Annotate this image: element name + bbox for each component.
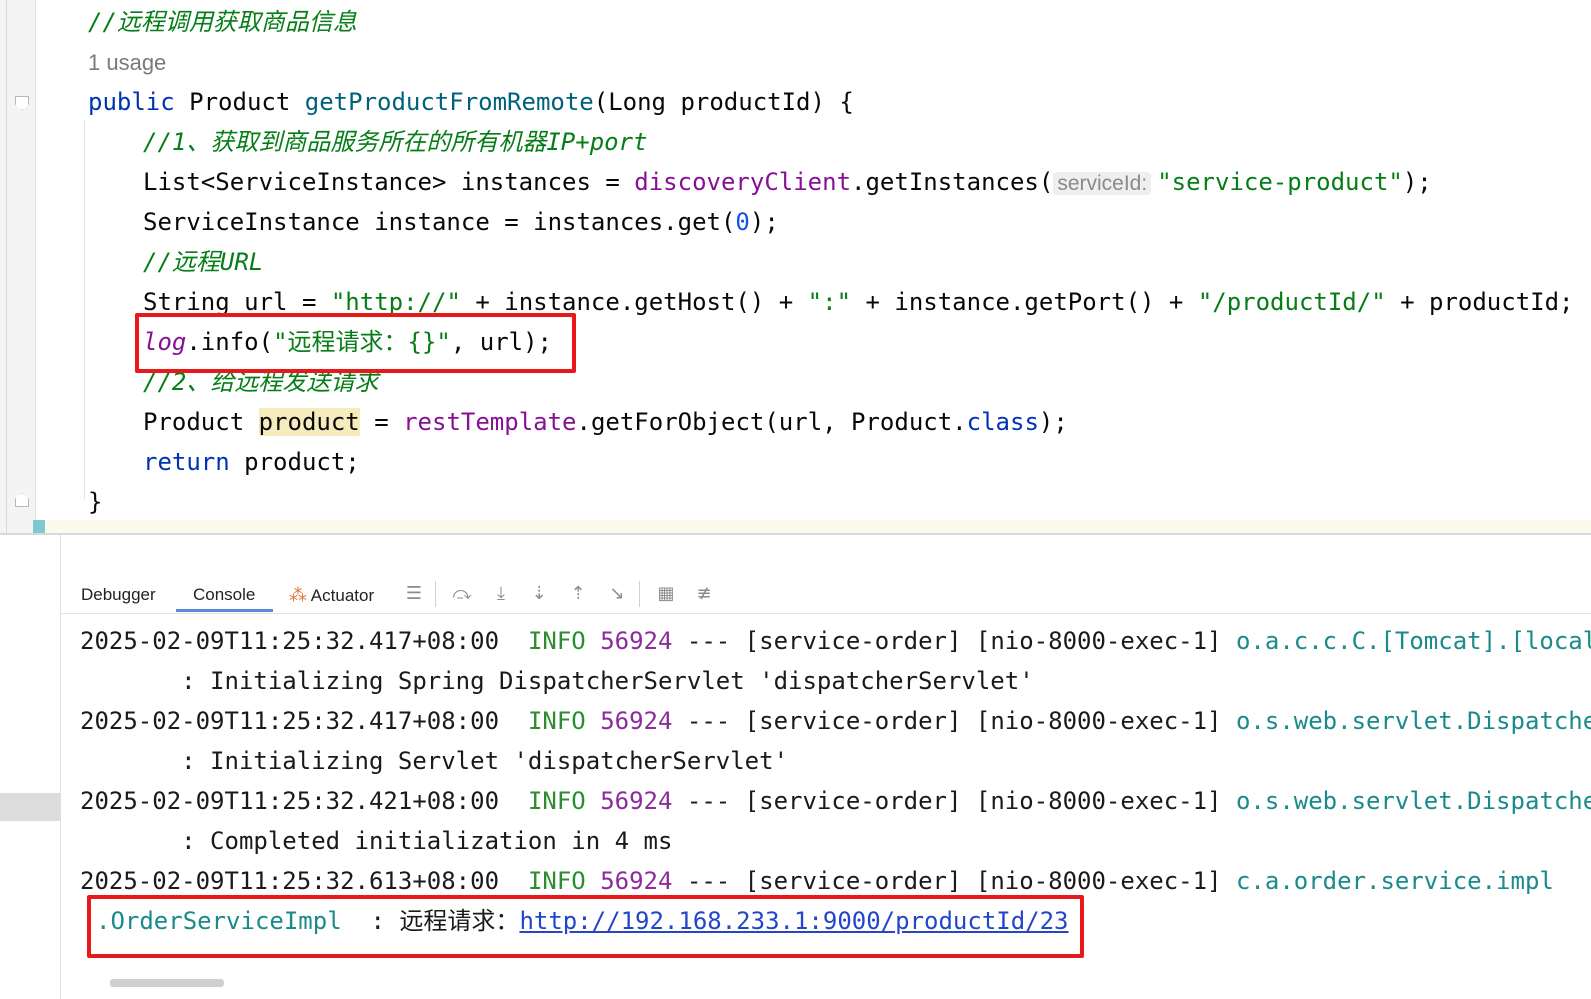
log-line: 2025-02-09T11:25:32.417+08:00 INFO 56924… bbox=[80, 627, 1591, 655]
toolbar-divider bbox=[639, 581, 640, 607]
tool-window-sidebar bbox=[0, 535, 61, 999]
evaluate-expression-icon[interactable]: ▦ bbox=[655, 583, 677, 605]
actuator-icon: ⁂ bbox=[289, 585, 307, 606]
tab-debugger[interactable]: Debugger bbox=[81, 585, 156, 605]
code-line: List<ServiceInstance> instances = discov… bbox=[143, 168, 1432, 196]
run-to-cursor-icon[interactable]: ↘ bbox=[606, 583, 628, 605]
code-comment: //远程调用获取商品信息 bbox=[88, 8, 357, 36]
indent-guide bbox=[84, 120, 85, 500]
tab-actuator-label: Actuator bbox=[310, 586, 375, 605]
debug-tool-window: Debugger Console ⁂ Actuator ☰ ⤼ ⤓ ⇣ ⇡ ↘ … bbox=[0, 535, 1591, 999]
trace-icon[interactable]: ≢ bbox=[693, 583, 715, 605]
step-out-icon[interactable]: ⇡ bbox=[567, 583, 589, 605]
log-message: : Completed initialization in 4 ms bbox=[80, 827, 673, 855]
log-message: : Initializing Servlet 'dispatcherServle… bbox=[80, 747, 789, 775]
caret-marker bbox=[33, 520, 45, 533]
editor-gutter bbox=[0, 0, 36, 533]
menu-icon[interactable]: ☰ bbox=[403, 583, 425, 605]
highlight-box-console bbox=[87, 895, 1084, 958]
log-line: 2025-02-09T11:25:32.417+08:00 INFO 56924… bbox=[80, 707, 1591, 735]
tab-actuator[interactable]: ⁂ Actuator bbox=[289, 585, 374, 606]
method-signature: public Product getProductFromRemote(Long… bbox=[88, 88, 854, 116]
tab-console[interactable]: Console bbox=[176, 585, 274, 612]
log-line: 2025-02-09T11:25:32.421+08:00 INFO 56924… bbox=[80, 787, 1591, 815]
step-into-icon[interactable]: ⇣ bbox=[528, 583, 550, 605]
code-line: return product; bbox=[143, 448, 360, 476]
code-comment: //1、获取到商品服务所在的所有机器IP+port bbox=[143, 128, 648, 156]
sidebar-selection bbox=[0, 793, 60, 821]
code-line: ServiceInstance instance = instances.get… bbox=[143, 208, 779, 236]
current-line bbox=[36, 520, 1591, 533]
step-over-icon[interactable]: ⤓ bbox=[490, 583, 512, 605]
horizontal-scrollbar[interactable] bbox=[110, 979, 224, 987]
debug-toolbar: Debugger Console ⁂ Actuator ☰ ⤼ ⤓ ⇣ ⇡ ↘ … bbox=[61, 535, 1591, 614]
code-comment: //远程URL bbox=[143, 248, 264, 276]
code-editor[interactable]: //远程调用获取商品信息 1 usage public Product getP… bbox=[0, 0, 1591, 533]
highlight-box-code bbox=[135, 313, 576, 373]
usage-hint[interactable]: 1 usage bbox=[88, 42, 166, 82]
code-line: Product product = restTemplate.getForObj… bbox=[143, 408, 1068, 436]
parameter-hint: serviceId: bbox=[1053, 172, 1152, 195]
code-line: } bbox=[88, 488, 103, 516]
toolbar-divider bbox=[435, 581, 436, 607]
show-execution-point-icon[interactable]: ⤼ bbox=[451, 583, 473, 605]
log-message: : Initializing Spring DispatcherServlet … bbox=[80, 667, 1034, 695]
